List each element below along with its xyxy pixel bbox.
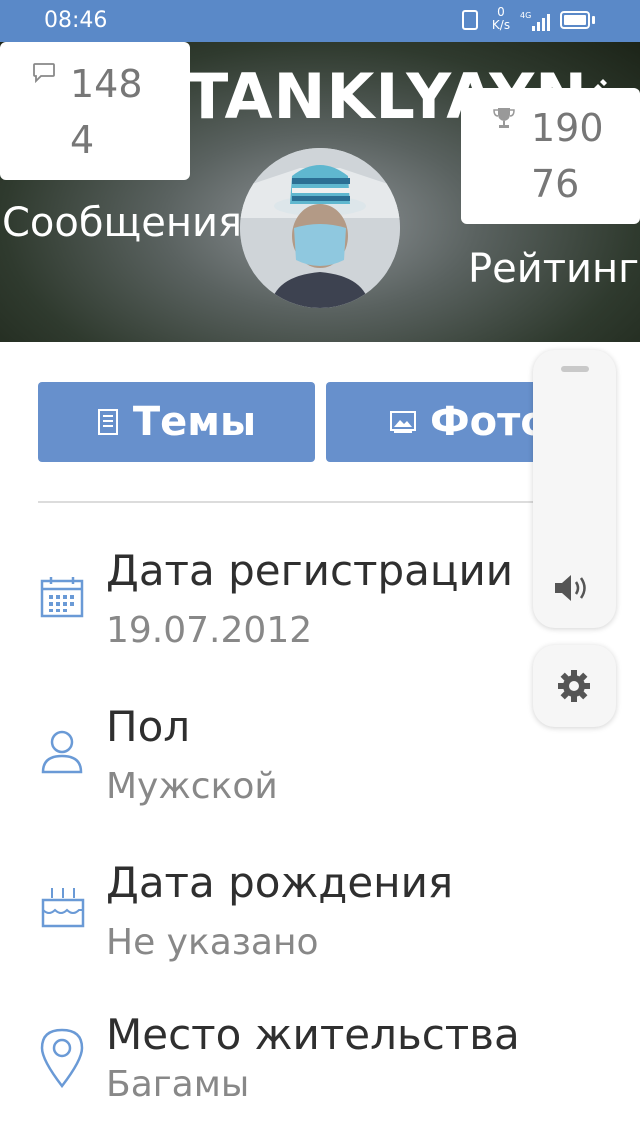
info-title: Дата регистрации bbox=[106, 546, 514, 595]
info-value: Не указано bbox=[106, 922, 319, 963]
signal-icon: 4G bbox=[520, 11, 550, 31]
info-value: Мужской bbox=[106, 766, 278, 807]
status-bar: 08:46 0 K/s 4G bbox=[0, 0, 640, 42]
svg-text:4G: 4G bbox=[520, 11, 531, 20]
divider bbox=[38, 501, 602, 503]
profile-header: TANKLYAYN 148 4 Сообщения 190 76 Рейтинг bbox=[0, 42, 640, 342]
nfc-icon bbox=[462, 10, 478, 30]
messages-stat-card[interactable]: 148 4 bbox=[0, 42, 190, 180]
cake-icon bbox=[41, 888, 85, 928]
messages-label: Сообщения bbox=[2, 200, 243, 246]
rating-label: Рейтинг bbox=[468, 246, 640, 292]
image-icon bbox=[390, 411, 416, 433]
topics-button-label: Темы bbox=[132, 399, 257, 445]
user-icon bbox=[41, 730, 83, 774]
info-title: Дата рождения bbox=[106, 858, 454, 907]
messages-count-line1: 148 bbox=[70, 62, 143, 106]
document-icon bbox=[97, 409, 118, 435]
info-title: Место жительства bbox=[106, 1010, 520, 1059]
settings-panel[interactable] bbox=[533, 645, 616, 727]
status-time: 08:46 bbox=[44, 8, 108, 33]
panel-handle[interactable] bbox=[561, 366, 589, 372]
avatar-photo bbox=[240, 148, 400, 308]
rating-count-line2: 76 bbox=[531, 162, 580, 206]
network-speed: 0 K/s bbox=[491, 5, 511, 32]
volume-panel[interactable] bbox=[533, 350, 616, 628]
info-title: Пол bbox=[106, 702, 191, 751]
gear-icon[interactable] bbox=[557, 669, 591, 703]
info-value: Багамы bbox=[106, 1064, 250, 1105]
info-value: 19.07.2012 bbox=[106, 610, 313, 651]
avatar[interactable] bbox=[240, 148, 400, 308]
photos-button[interactable]: Фото bbox=[326, 382, 566, 462]
rating-stat-card[interactable]: 190 76 bbox=[461, 88, 640, 224]
volume-icon[interactable] bbox=[553, 572, 595, 604]
photos-button-label: Фото bbox=[430, 399, 548, 445]
messages-count-line2: 4 bbox=[70, 118, 95, 162]
topics-button[interactable]: Темы bbox=[38, 382, 315, 462]
rating-count-line1: 190 bbox=[531, 106, 604, 150]
battery-icon bbox=[560, 11, 590, 29]
location-pin-icon bbox=[40, 1028, 84, 1088]
calendar-icon bbox=[40, 577, 84, 618]
